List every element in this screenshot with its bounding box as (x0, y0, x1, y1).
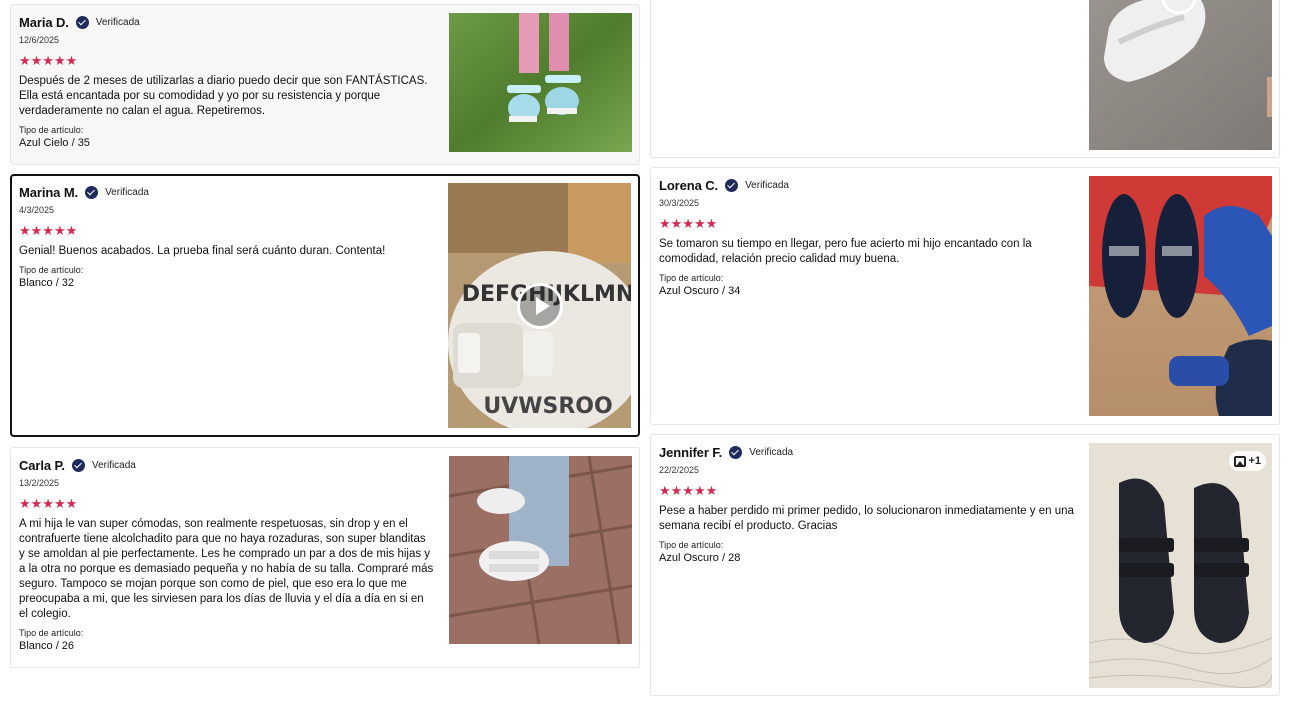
review-date: 12/6/2025 (19, 35, 60, 45)
review-photo[interactable] (1089, 0, 1272, 150)
more-photos-badge[interactable]: +1 (1229, 451, 1266, 471)
review-content: Marina M. Verificada 4/3/2025 ★★★★★ Geni… (19, 183, 433, 290)
item-type-label: Tipo de artículo: (19, 265, 84, 275)
verified-label: Verificada (105, 186, 149, 198)
review-content: Jennifer F. Verificada 22/2/2025 ★★★★★ P… (659, 443, 1074, 565)
item-type-value: Azul Oscuro / 34 (659, 285, 741, 297)
review-photo[interactable] (449, 456, 632, 644)
review-photo[interactable] (449, 13, 632, 152)
verified-label: Verificada (91, 459, 136, 471)
review-content: Maria D. Verificada 12/6/2025 ★★★★★ Desp… (19, 13, 434, 150)
review-content: Carla P. Verificada 13/2/2025 ★★★★★ A mi… (19, 456, 434, 653)
star-rating: ★★★★★ (19, 54, 434, 68)
star-rating: ★★★★★ (659, 217, 1074, 231)
review-date: 13/2/2025 (19, 478, 60, 488)
reviewer-header: Carla P. Verificada (19, 456, 434, 474)
verified-check-icon (729, 445, 743, 459)
star-icon: ★★★★★ (659, 216, 718, 231)
reviewer-name: Lorena C. (659, 177, 719, 193)
verified-label: Verificada (749, 446, 794, 458)
item-type-label: Tipo de artículo: (19, 628, 84, 638)
review-card: Jennifer F. Verificada 22/2/2025 ★★★★★ P… (650, 434, 1280, 696)
star-rating: ★★★★★ (19, 497, 434, 511)
review-card-selected[interactable]: Marina M. Verificada 4/3/2025 ★★★★★ Geni… (10, 174, 640, 437)
review-text: Pese a haber perdido mi primer pedido, l… (659, 505, 1074, 532)
star-icon: ★★★★★ (19, 53, 78, 68)
review-content: Lorena C. Verificada 30/3/2025 ★★★★★ Se … (659, 176, 1074, 298)
item-type-value: Azul Cielo / 35 (19, 137, 90, 149)
reviewer-header: Maria D. Verificada (19, 13, 434, 31)
review-text: Genial! Buenos acabados. La prueba final… (19, 245, 386, 257)
reviewer-header: Marina M. Verificada (19, 183, 433, 201)
review-video[interactable]: DEFGHIJKLMN UVWSROO (448, 183, 631, 428)
verified-check-icon (85, 185, 99, 199)
reviewer-name: Jennifer F. (659, 444, 723, 460)
star-icon: ★★★★★ (19, 223, 78, 238)
star-rating: ★★★★★ (19, 224, 433, 238)
star-icon: ★★★★★ (659, 483, 718, 498)
review-photo[interactable] (1089, 176, 1272, 416)
svg-text:UVWSROO: UVWSROO (483, 394, 612, 419)
review-card: Lorena C. Verificada 30/3/2025 ★★★★★ Se … (650, 167, 1280, 425)
review-card: Maria D. Verificada 12/6/2025 ★★★★★ Desp… (10, 4, 640, 165)
star-rating: ★★★★★ (659, 484, 1074, 498)
reviewer-name: Maria D. (19, 14, 69, 30)
verified-label: Verificada (95, 16, 140, 28)
play-button-icon[interactable] (516, 282, 563, 329)
more-photos-count: +1 (1248, 455, 1261, 467)
verified-check-icon (725, 178, 739, 192)
item-type-label: Tipo de artículo: (659, 540, 724, 550)
verified-label: Verificada (745, 179, 789, 191)
verified-check-icon (75, 15, 89, 29)
item-type-label: Tipo de artículo: (659, 273, 724, 283)
review-date: 4/3/2025 (19, 205, 55, 215)
item-type-label: Tipo de artículo: (19, 125, 84, 135)
gallery-icon (1234, 455, 1247, 467)
review-date: 22/2/2025 (659, 465, 700, 475)
review-card-partial (650, 0, 1280, 158)
reviewer-name: Marina M. (19, 184, 79, 200)
star-icon: ★★★★★ (19, 496, 78, 511)
reviewer-name: Carla P. (19, 457, 65, 473)
review-text: Se tomaron su tiempo en llegar, pero fue… (659, 238, 1032, 265)
review-text: Después de 2 meses de utilizarlas a diar… (19, 75, 428, 117)
review-text: A mi hija le van super cómodas, son real… (19, 518, 434, 620)
review-card: Carla P. Verificada 13/2/2025 ★★★★★ A mi… (10, 447, 640, 668)
item-type-value: Azul Oscuro / 28 (659, 552, 741, 564)
reviewer-header: Lorena C. Verificada (659, 176, 1074, 194)
review-photo[interactable]: +1 (1089, 443, 1272, 688)
item-type-value: Blanco / 32 (19, 277, 75, 289)
item-type-value: Blanco / 26 (19, 640, 75, 652)
reviewer-header: Jennifer F. Verificada (659, 443, 1074, 461)
verified-check-icon (71, 458, 85, 472)
review-date: 30/3/2025 (659, 198, 700, 208)
